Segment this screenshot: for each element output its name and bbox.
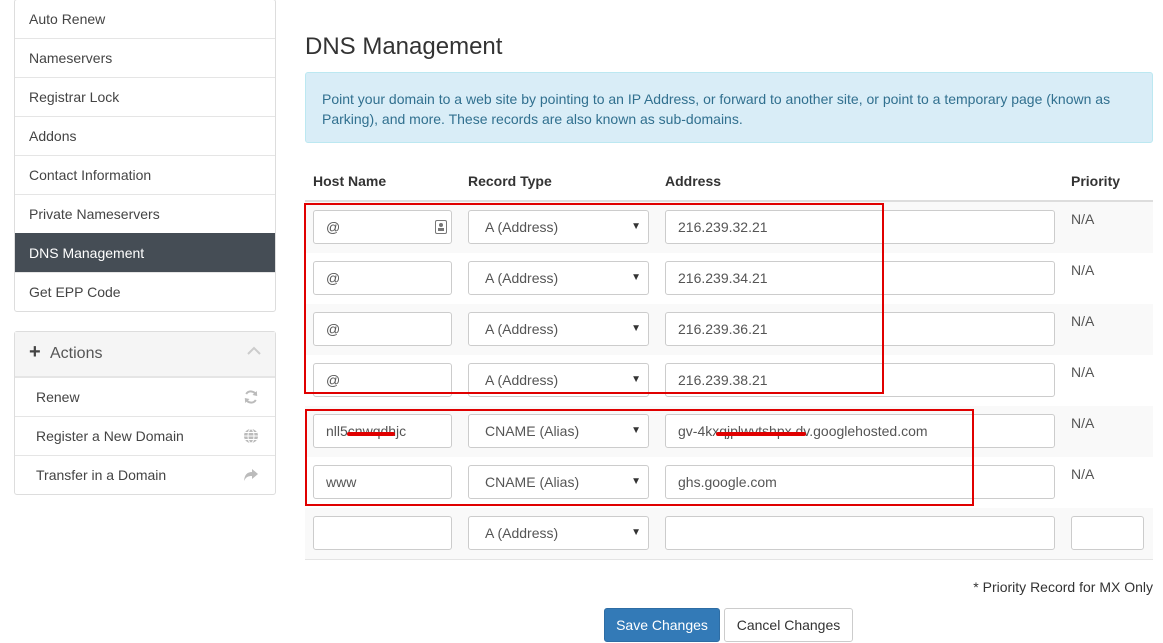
action-renew-label: Renew bbox=[36, 389, 80, 405]
new-priority-input[interactable] bbox=[1071, 516, 1144, 550]
annotation-box-a-records bbox=[304, 203, 884, 394]
new-host-name-input[interactable] bbox=[313, 516, 452, 550]
column-header-record-type: Record Type bbox=[468, 173, 552, 189]
chevron-up-icon[interactable] bbox=[247, 346, 261, 356]
action-transfer-label: Transfer in a Domain bbox=[36, 467, 167, 483]
sidebar-item-nameservers[interactable]: Nameservers bbox=[15, 38, 275, 77]
redaction-mark bbox=[716, 432, 806, 436]
priority-value: N/A bbox=[1071, 211, 1095, 227]
actions-title: Actions bbox=[50, 345, 103, 362]
sidebar-item-dns-management[interactable]: DNS Management bbox=[15, 233, 275, 272]
priority-value: N/A bbox=[1071, 364, 1095, 380]
new-dns-record-row: A (Address) ▼ bbox=[305, 508, 1153, 560]
annotation-box-cname-records bbox=[305, 409, 974, 506]
action-renew[interactable]: Renew bbox=[15, 377, 275, 416]
dropdown-caret-icon: ▼ bbox=[631, 527, 641, 538]
info-alert: Point your domain to a web site by point… bbox=[305, 72, 1153, 143]
priority-value: N/A bbox=[1071, 313, 1095, 329]
column-header-address: Address bbox=[665, 173, 722, 189]
page-title: DNS Management bbox=[305, 33, 503, 60]
plus-icon: + bbox=[29, 341, 41, 363]
share-arrow-icon bbox=[244, 469, 258, 481]
refresh-icon bbox=[244, 390, 258, 404]
action-transfer-domain[interactable]: Transfer in a Domain bbox=[15, 455, 275, 494]
priority-value: N/A bbox=[1071, 466, 1095, 482]
domain-sidebar-menu: Auto Renew Nameservers Registrar Lock Ad… bbox=[14, 0, 276, 312]
sidebar-item-private-nameservers[interactable]: Private Nameservers bbox=[15, 194, 275, 233]
save-changes-button[interactable]: Save Changes bbox=[604, 608, 720, 642]
redaction-mark bbox=[347, 432, 395, 436]
sidebar-item-contact-information[interactable]: Contact Information bbox=[15, 155, 275, 194]
column-header-host-name: Host Name bbox=[313, 173, 387, 189]
actions-panel-header[interactable]: + Actions bbox=[15, 332, 275, 377]
action-register-label: Register a New Domain bbox=[36, 428, 184, 444]
priority-value: N/A bbox=[1071, 262, 1095, 278]
new-address-input[interactable] bbox=[665, 516, 1055, 550]
column-header-priority: Priority bbox=[1071, 173, 1121, 189]
action-register-new-domain[interactable]: Register a New Domain bbox=[15, 416, 275, 455]
actions-panel: + Actions Renew Register a New Domain Tr… bbox=[14, 331, 276, 495]
cancel-changes-button[interactable]: Cancel Changes bbox=[724, 608, 853, 642]
sidebar-item-get-epp-code[interactable]: Get EPP Code bbox=[15, 272, 275, 311]
priority-value: N/A bbox=[1071, 415, 1095, 431]
priority-footnote: * Priority Record for MX Only bbox=[973, 579, 1153, 595]
sidebar-item-auto-renew[interactable]: Auto Renew bbox=[15, 0, 275, 38]
globe-icon bbox=[244, 428, 258, 444]
sidebar-item-registrar-lock[interactable]: Registrar Lock bbox=[15, 77, 275, 116]
sidebar-item-addons[interactable]: Addons bbox=[15, 116, 275, 155]
new-record-type-select[interactable]: A (Address) ▼ bbox=[468, 516, 649, 550]
